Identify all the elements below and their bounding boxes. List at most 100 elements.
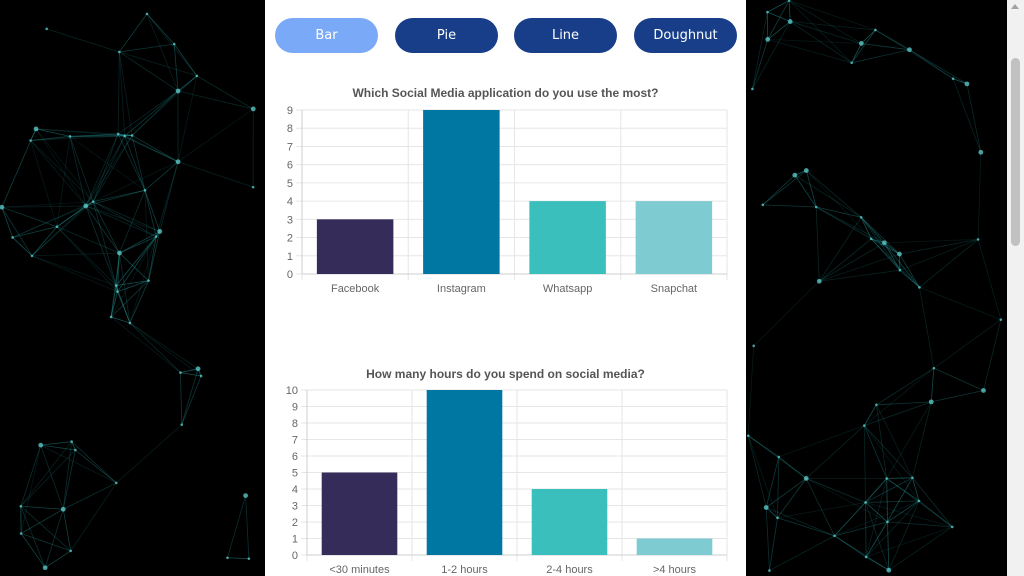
network-line (69, 136, 87, 207)
network-line (119, 51, 179, 92)
chart-1-title: Which Social Media application do you us… (352, 86, 659, 100)
network-node (816, 278, 822, 284)
network-line (966, 83, 982, 153)
network-node (247, 557, 251, 560)
network-line (752, 21, 791, 90)
line-chart-button[interactable]: Line (514, 18, 617, 53)
doughnut-chart-button[interactable]: Doughnut (634, 18, 737, 53)
network-node (116, 132, 120, 136)
network-line (762, 204, 817, 208)
network-node (143, 189, 147, 192)
network-line (31, 226, 58, 257)
y-tick-label: 10 (286, 385, 298, 397)
y-tick-label: 6 (287, 160, 293, 172)
network-line (146, 13, 198, 77)
network-line (819, 242, 885, 282)
x-tick-label: 2-4 hours (546, 564, 593, 576)
network-line (227, 557, 249, 560)
bar (531, 489, 608, 555)
network-node (226, 556, 229, 560)
y-tick-label: 5 (287, 178, 293, 190)
network-node (885, 477, 889, 480)
network-node (243, 493, 249, 498)
network-line (788, 0, 852, 64)
bar-chart-button[interactable]: Bar (275, 18, 378, 53)
network-line (747, 345, 755, 436)
scroll-up-arrow-icon[interactable] (1011, 4, 1019, 9)
network-node (950, 525, 954, 529)
y-tick-label: 9 (292, 402, 298, 414)
network-node (157, 229, 163, 234)
network-node (964, 81, 970, 87)
page-scrollbar[interactable] (1007, 0, 1024, 576)
network-line (20, 533, 71, 552)
network-line (181, 375, 202, 425)
x-tick-label: <30 minutes (329, 564, 390, 576)
network-line (110, 316, 131, 324)
y-tick-label: 7 (292, 435, 298, 447)
bar (321, 472, 398, 555)
y-tick-label: 6 (292, 451, 298, 463)
network-node (850, 61, 853, 65)
network-line (35, 128, 87, 207)
network-line (20, 445, 42, 507)
network-line (181, 368, 199, 425)
network-line (173, 44, 179, 92)
scrollbar-thumb[interactable] (1011, 58, 1020, 246)
network-node (874, 28, 877, 32)
network-line (129, 322, 199, 370)
y-tick-label: 1 (287, 251, 293, 263)
x-tick-label: >4 hours (653, 564, 697, 576)
network-node (0, 204, 5, 210)
network-node (918, 286, 921, 289)
network-line (36, 128, 125, 137)
network-line (1, 206, 58, 228)
network-line (765, 507, 770, 571)
network-line (952, 78, 982, 153)
network-line (886, 401, 932, 479)
network-line (769, 535, 835, 571)
network-line (20, 506, 46, 568)
network-line (865, 500, 920, 558)
network-line (44, 550, 71, 569)
network-node (38, 442, 44, 448)
network-line (788, 0, 791, 22)
x-tick-label: 1-2 hours (441, 564, 488, 576)
network-line (177, 161, 254, 188)
network-node (978, 149, 984, 155)
network-node (172, 42, 176, 46)
network-node (932, 366, 936, 370)
network-line (933, 367, 984, 391)
network-node (128, 321, 132, 325)
network-node (911, 476, 914, 480)
network-node (875, 403, 878, 407)
network-line (62, 509, 72, 551)
y-tick-label: 4 (287, 196, 293, 208)
network-node (981, 388, 986, 393)
network-line (119, 51, 198, 77)
network-line (69, 136, 146, 191)
network-node (42, 565, 48, 571)
network-line (876, 367, 935, 406)
network-line (919, 286, 1002, 321)
y-tick-label: 0 (287, 269, 293, 281)
network-line (886, 477, 913, 479)
network-line (116, 424, 183, 484)
network-node (68, 135, 72, 138)
network-node (928, 399, 934, 405)
network-line (777, 517, 835, 537)
bar (426, 390, 503, 555)
network-node (45, 27, 48, 31)
network-line (119, 43, 175, 53)
network-node (118, 50, 121, 54)
network-node (886, 567, 892, 573)
pie-chart-button[interactable]: Pie (395, 18, 498, 53)
network-node (862, 424, 866, 427)
network-line (110, 316, 181, 373)
network-line (31, 255, 117, 286)
network-line (864, 401, 932, 426)
network-node (917, 499, 921, 503)
network-node (147, 279, 150, 282)
network-line (75, 449, 117, 484)
network-line (119, 13, 148, 53)
